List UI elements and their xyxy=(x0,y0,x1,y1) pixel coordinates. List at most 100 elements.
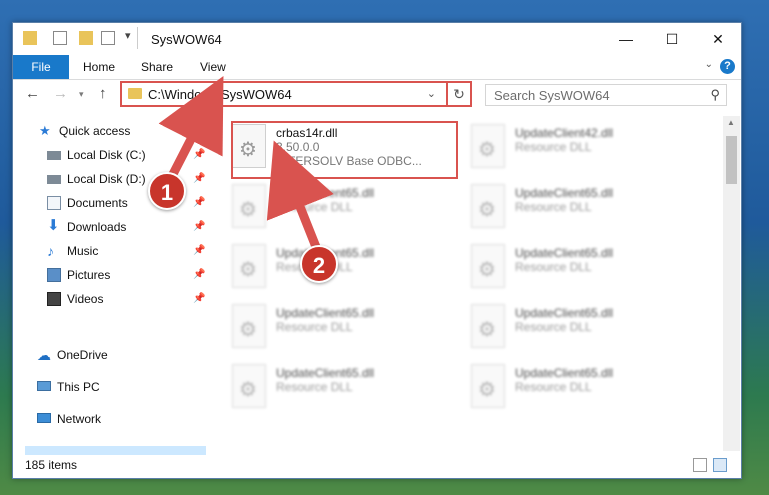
forward-button[interactable]: → xyxy=(53,85,68,102)
file-tile[interactable]: ⚙ UpdateClient65.dll Resource DLL xyxy=(232,240,457,296)
recent-locations-icon[interactable]: ▾ xyxy=(79,89,84,100)
star-icon: ★ xyxy=(39,123,51,138)
dll-file-icon: ⚙ xyxy=(232,244,266,288)
up-button[interactable]: ↑ xyxy=(99,85,107,102)
file-tab[interactable]: File xyxy=(13,55,69,79)
documents-icon xyxy=(47,196,61,210)
pin-icon[interactable]: 📌 xyxy=(193,293,205,304)
file-name: UpdateClient65.dll xyxy=(276,186,375,200)
callout-2: 2 xyxy=(300,245,338,283)
customize-toolbar-icon[interactable] xyxy=(101,31,115,45)
file-type: Resource DLL xyxy=(515,140,592,154)
divider xyxy=(137,27,138,49)
sidebar-item-label: Documents xyxy=(67,196,128,210)
pin-icon[interactable]: 📌 xyxy=(193,197,205,208)
videos-icon xyxy=(47,292,61,306)
maximize-button[interactable]: ☐ xyxy=(649,23,695,55)
gear-icon: ⚙ xyxy=(478,319,496,341)
tab-share[interactable]: Share xyxy=(141,55,173,79)
status-bar: 185 items xyxy=(13,455,741,477)
dll-file-icon: ⚙ xyxy=(471,124,505,168)
sidebar-item-label: Quick access xyxy=(59,124,131,138)
file-name: UpdateClient65.dll xyxy=(276,366,375,380)
file-highlight-box xyxy=(231,121,458,179)
gear-icon: ⚙ xyxy=(239,199,257,221)
scrollbar-thumb[interactable] xyxy=(726,136,737,184)
chevron-down-icon[interactable]: ⌄ xyxy=(427,87,436,100)
pin-icon[interactable]: 📌 xyxy=(193,149,205,160)
tab-view[interactable]: View xyxy=(200,55,226,79)
sidebar-item-label: Music xyxy=(67,244,99,258)
gear-icon: ⚙ xyxy=(239,319,257,341)
sidebar-item-label: This PC xyxy=(57,380,100,394)
file-tile[interactable]: ⚙ UpdateClient65.dll Resource DLL xyxy=(471,180,696,236)
dll-file-icon: ⚙ xyxy=(471,304,505,348)
cloud-icon: ☁ xyxy=(37,347,51,363)
pin-icon[interactable]: 📌 xyxy=(193,245,205,256)
sidebar-item-label: Local Disk (D:) xyxy=(67,172,146,186)
file-type: Resource DLL xyxy=(515,320,592,334)
refresh-button[interactable]: ↻ xyxy=(446,83,470,105)
explorer-window: ▾ SysWOW64 — ☐ ✕ File Home Share View ⌄ … xyxy=(12,22,742,479)
file-name: UpdateClient65.dll xyxy=(515,186,614,200)
gear-icon: ⚙ xyxy=(239,379,257,401)
expand-ribbon-icon[interactable]: ⌄ xyxy=(705,59,713,70)
tab-home[interactable]: Home xyxy=(83,55,115,79)
close-button[interactable]: ✕ xyxy=(695,23,741,55)
help-icon[interactable]: ? xyxy=(720,59,735,74)
file-tile[interactable]: ⚙ UpdateClient65.dll Resource DLL xyxy=(471,360,696,416)
file-tile[interactable]: ⚙ UpdateClient65.dll Resource DLL xyxy=(471,240,696,296)
window-title: SysWOW64 xyxy=(151,32,222,47)
file-type: Resource DLL xyxy=(276,380,353,394)
pin-icon[interactable]: 📌 xyxy=(193,269,205,280)
network-icon xyxy=(37,413,51,423)
computer-icon xyxy=(37,381,51,391)
address-bar[interactable]: C:\Windows\SysWOW64 ⌄ ↻ xyxy=(120,81,472,107)
dll-file-icon: ⚙ xyxy=(471,244,505,288)
dll-file-icon: ⚙ xyxy=(471,364,505,408)
address-path[interactable]: C:\Windows\SysWOW64 xyxy=(148,87,292,102)
sidebar-item-label: Local Disk (C:) xyxy=(67,148,146,162)
dll-file-icon: ⚙ xyxy=(232,364,266,408)
back-button[interactable]: ← xyxy=(25,85,40,102)
gear-icon: ⚙ xyxy=(478,379,496,401)
callout-1: 1 xyxy=(148,172,186,210)
drive-icon xyxy=(47,175,61,184)
file-tile[interactable]: ⚙ UpdateClient65.dll Resource DLL xyxy=(232,180,457,236)
sidebar-item-label: Videos xyxy=(67,292,104,306)
details-view-icon[interactable] xyxy=(693,458,707,472)
file-type: Resource DLL xyxy=(276,320,353,334)
sidebar-item-label: Network xyxy=(57,412,102,426)
search-icon[interactable]: ⚲ xyxy=(710,87,720,103)
folder-icon xyxy=(23,31,37,45)
file-type: Resource DLL xyxy=(276,200,353,214)
sidebar-item-label: OneDrive xyxy=(57,348,108,362)
folder-icon xyxy=(128,88,142,99)
gear-icon: ⚙ xyxy=(478,139,496,161)
scroll-up-icon[interactable]: ▲ xyxy=(727,118,735,127)
pin-icon[interactable]: 📌 xyxy=(193,173,205,184)
dll-file-icon: ⚙ xyxy=(232,304,266,348)
downloads-icon: ⬇ xyxy=(47,217,60,234)
new-folder-icon[interactable] xyxy=(79,31,93,45)
large-icons-view-icon[interactable] xyxy=(713,458,727,472)
file-type: Resource DLL xyxy=(515,380,592,394)
search-placeholder: Search SysWOW64 xyxy=(494,88,610,103)
title-bar: ▾ SysWOW64 — ☐ ✕ xyxy=(13,23,741,55)
file-tile[interactable]: ⚙ UpdateClient65.dll Resource DLL xyxy=(471,300,696,356)
minimize-button[interactable]: — xyxy=(603,23,649,55)
file-tile[interactable]: ⚙ UpdateClient42.dll Resource DLL xyxy=(471,120,696,176)
file-name: UpdateClient42.dll xyxy=(515,126,614,140)
search-input[interactable]: Search SysWOW64 ⚲ xyxy=(485,84,727,106)
chevron-down-icon[interactable]: ▾ xyxy=(125,29,131,42)
file-name: UpdateClient65.dll xyxy=(276,306,375,320)
pin-icon[interactable]: 📌 xyxy=(193,221,205,232)
file-tile[interactable]: ⚙ UpdateClient65.dll Resource DLL xyxy=(232,300,457,356)
dll-file-icon: ⚙ xyxy=(471,184,505,228)
item-count: 185 items xyxy=(25,458,78,472)
vertical-scrollbar[interactable]: ▲ xyxy=(723,116,740,451)
file-name: UpdateClient65.dll xyxy=(515,306,614,320)
properties-icon[interactable] xyxy=(53,31,67,45)
gear-icon: ⚙ xyxy=(239,259,257,281)
file-tile[interactable]: ⚙ UpdateClient65.dll Resource DLL xyxy=(232,360,457,416)
